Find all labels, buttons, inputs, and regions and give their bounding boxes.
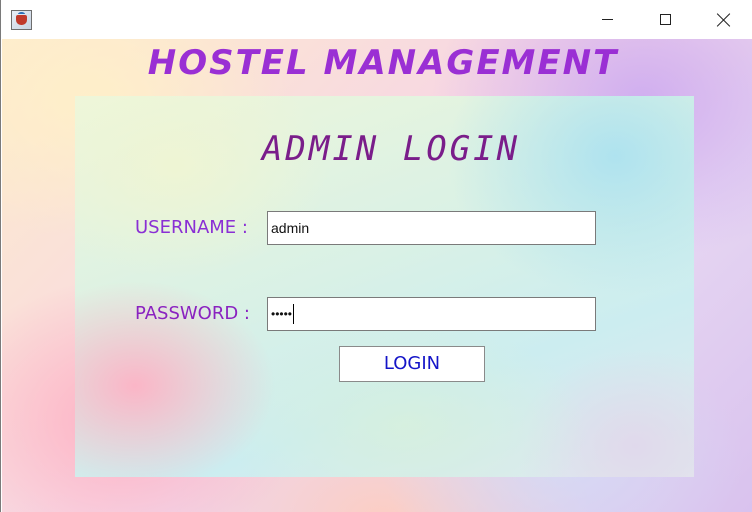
login-button[interactable]: LOGIN	[339, 346, 485, 382]
application-window: HOSTEL MANAGEMENT ADMIN LOGIN USERNAME :…	[0, 0, 752, 512]
java-app-icon	[11, 10, 32, 30]
text-caret	[293, 304, 295, 324]
close-icon	[717, 13, 731, 27]
password-label: PASSWORD :	[135, 303, 250, 324]
password-field[interactable]: •••••	[267, 297, 596, 331]
login-panel-title: ADMIN LOGIN	[261, 129, 521, 169]
title-bar[interactable]	[1, 0, 752, 39]
username-value: admin	[271, 220, 310, 236]
minimize-icon	[601, 19, 613, 20]
password-masked-value: •••••	[271, 307, 293, 321]
username-field[interactable]: admin	[267, 211, 596, 245]
cup-mark	[16, 15, 27, 25]
login-panel: ADMIN LOGIN USERNAME : admin PASSWORD : …	[75, 96, 694, 477]
app-title: HOSTEL MANAGEMENT	[147, 43, 619, 83]
close-button[interactable]	[695, 0, 752, 39]
maximize-icon	[659, 14, 671, 25]
content-area: HOSTEL MANAGEMENT ADMIN LOGIN USERNAME :…	[2, 39, 752, 512]
minimize-button[interactable]	[578, 0, 636, 39]
maximize-button[interactable]	[636, 0, 694, 39]
username-label: USERNAME :	[135, 217, 248, 238]
